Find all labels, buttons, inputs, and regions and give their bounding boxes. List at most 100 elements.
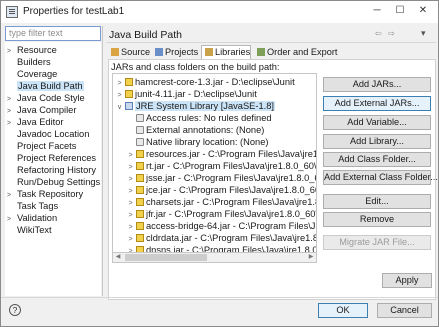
nav-item[interactable]: Task Tags [7,200,99,212]
tab-projects[interactable]: Projects [152,46,198,59]
tab-label: Order and Export [267,47,338,57]
nav-item[interactable]: WikiText [7,224,99,236]
tree-row[interactable]: > junit-4.11.jar - D:\eclipse\Junit [115,88,316,100]
build-path-tree[interactable]: > hamcrest-core-1.3.jar - D:\eclipse\Juni… [112,73,317,253]
footer-divider [1,297,438,298]
property-page-tree: > Resource Builders Coverage Java Build Path… [5,42,101,296]
nav-item[interactable]: Project Facets [7,140,99,152]
tree-row[interactable]: > cldrdata.jar - C:\Program Files\Java\jr… [126,232,316,244]
tree-row[interactable]: Access rules: No rules defined [126,112,316,124]
expand-arrow-icon[interactable]: > [126,246,135,252]
nav-item[interactable]: > Resource [7,44,99,56]
nav-item[interactable]: Run/Debug Settings [7,176,101,188]
view-menu-icon[interactable]: ▾ [421,28,426,39]
tree-row[interactable]: > dnsns.jar - C:\Program Files\Java\jre1.… [126,244,317,253]
minimize-button[interactable]: ─ [367,3,387,19]
nav-item-label: Project Facets [17,141,77,151]
edit-button[interactable]: Edit... [323,194,431,209]
library-icon [125,102,133,110]
jar-icon [125,90,133,98]
nav-item-label: Java Editor [17,117,64,127]
tab-label: Libraries [215,47,251,57]
tree-row[interactable]: > rt.jar - C:\Program Files\Java\jre1.8.0… [126,160,317,172]
add-jars-button[interactable]: Add JARs... [323,77,431,92]
nav-item[interactable]: Coverage [7,68,99,80]
add-library-button[interactable]: Add Library... [323,134,431,149]
horizontal-scrollbar[interactable]: ◀ ▶ [112,253,317,263]
tree-row[interactable]: ∨ JRE System Library [JavaSE-1.8] [115,100,316,114]
tree-row[interactable]: > jsse.jar - C:\Program Files\Java\jre1.8… [126,172,316,184]
help-icon[interactable]: ? [9,304,21,316]
maximize-button[interactable]: ☐ [390,3,410,19]
migrate-jar-file-button: Migrate JAR File... [323,235,431,250]
nav-item[interactable]: > Java Compiler [7,104,99,116]
nav-item[interactable]: Refactoring History [7,164,99,176]
tree-row[interactable]: > resources.jar - C:\Program Files\Java\j… [126,148,316,160]
tree-row[interactable]: > charsets.jar - C:\Program Files\Java\jr… [126,196,316,208]
tree-row[interactable]: External annotations: (None) [126,124,316,136]
property-icon [136,114,144,122]
nav-item[interactable]: > Java Code Style [7,92,99,104]
tree-row[interactable]: > jfr.jar - C:\Program Files\Java\jre1.8.… [126,208,317,220]
ok-button[interactable]: OK [318,303,368,318]
forward-arrow-icon[interactable]: ⇨ [388,29,397,38]
nav-item[interactable]: Builders [7,56,99,68]
jar-icon [136,246,144,252]
tree-row-label: dnsns.jar - C:\Program Files\Java\jre1.8… [146,245,317,253]
apply-button[interactable]: Apply [382,273,432,288]
scroll-left-icon[interactable]: ◀ [113,253,123,262]
remove-button[interactable]: Remove [323,212,431,227]
jar-icon [125,78,133,86]
tree-row[interactable]: > jce.jar - C:\Program Files\Java\jre1.8.… [126,184,316,196]
tree-row-label: access-bridge-64.jar - C:\Program Files\… [146,221,316,231]
property-icon [136,126,144,134]
tree-row[interactable]: > access-bridge-64.jar - C:\Program Files… [126,220,316,232]
tree-row-label: rt.jar - C:\Program Files\Java\jre1.8.0_… [146,161,317,171]
nav-item[interactable]: > Validation [7,212,99,224]
tab-source[interactable]: Source [108,46,150,59]
order-export-icon [257,48,265,56]
tree-row-label: cldrdata.jar - C:\Program Files\Java\jre… [146,233,316,243]
add-external-jars-button[interactable]: Add External JARs... [323,96,431,111]
nav-item[interactable]: Project References [7,152,99,164]
nav-item-label: Task Tags [17,201,59,211]
sash-divider[interactable] [102,26,103,296]
title-bar: Properties for testLab1 ─ ☐ ✕ [1,1,438,23]
add-class-folder-button[interactable]: Add Class Folder... [323,152,431,167]
nav-item[interactable]: > Java Editor [7,116,99,128]
nav-item-label: Java Build Path [17,81,84,91]
nav-item-label: Javadoc Location [17,129,90,139]
add-external-class-folder-button[interactable]: Add External Class Folder... [323,170,438,185]
nav-item-label: Refactoring History [17,165,97,175]
tree-row-label: External annotations: (None) [146,125,265,135]
page-title: Java Build Path [109,29,182,41]
jar-icon [136,162,144,170]
add-variable-button[interactable]: Add Variable... [323,115,431,130]
libraries-icon [205,48,213,56]
scroll-right-icon[interactable]: ▶ [306,253,316,262]
jar-icon [136,174,144,182]
tree-row-label: charsets.jar - C:\Program Files\Java\jre… [146,197,316,207]
scroll-thumb[interactable] [125,254,207,261]
tree-row-label: hamcrest-core-1.3.jar - D:\eclipse\Junit [135,77,295,87]
nav-item[interactable]: Java Build Path [7,80,99,92]
nav-item-label: Java Compiler [17,105,77,115]
back-arrow-icon[interactable]: ⇦ [375,29,384,38]
tab-order-and-export[interactable]: Order and Export [254,46,337,59]
filter-input[interactable]: type filter text [5,26,101,41]
close-button[interactable]: ✕ [413,3,433,19]
collapse-arrow-icon[interactable]: ∨ [115,102,124,114]
history-nav: ⇦ ⇨ [375,29,397,38]
tree-row-label: resources.jar - C:\Program Files\Java\jr… [146,149,316,159]
nav-item-label: Coverage [17,69,58,79]
tree-row[interactable]: > hamcrest-core-1.3.jar - D:\eclipse\Juni… [115,76,316,88]
projects-icon [155,48,163,56]
tree-row[interactable]: Native library location: (None) [126,136,316,148]
nav-item[interactable]: > Task Repository [7,188,99,200]
tab-libraries[interactable]: Libraries [201,45,252,59]
cancel-button[interactable]: Cancel [377,303,432,318]
nav-item[interactable]: Javadoc Location [7,128,99,140]
tree-row-label: JRE System Library [JavaSE-1.8] [135,101,275,111]
tree-row-label: jfr.jar - C:\Program Files\Java\jre1.8.0… [146,209,317,219]
nav-item-label: Run/Debug Settings [17,177,101,187]
